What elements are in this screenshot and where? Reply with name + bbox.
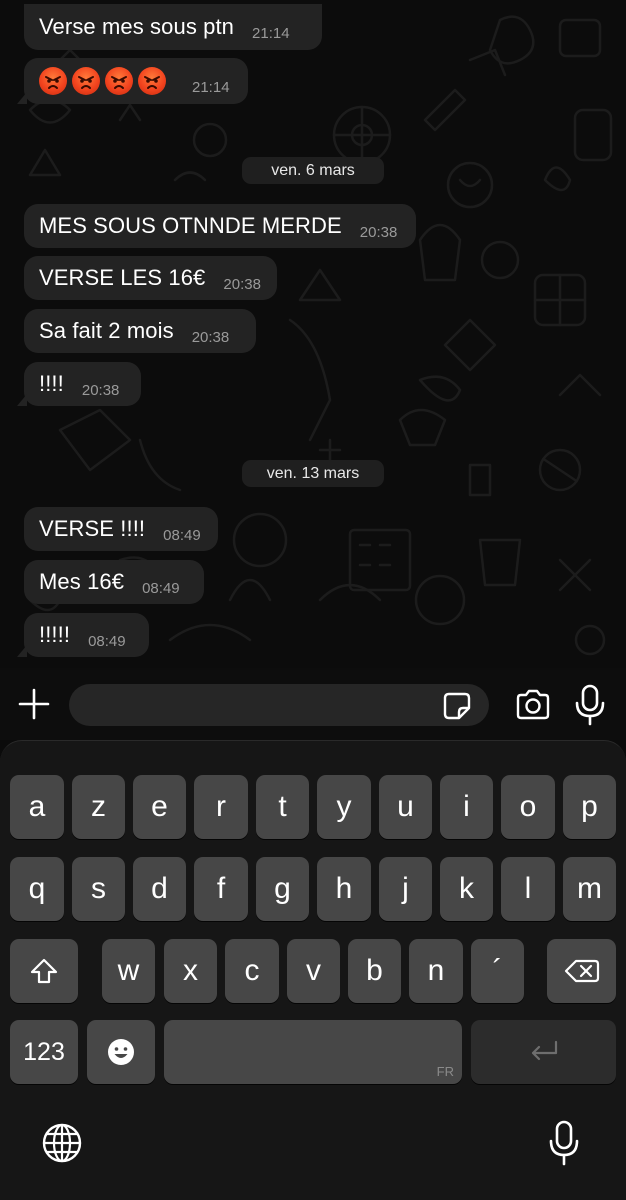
message-time: 08:49	[142, 579, 180, 597]
message-text: Mes 16€	[39, 569, 125, 594]
emoji-key[interactable]	[87, 1020, 155, 1084]
key-e[interactable]: e	[133, 775, 186, 839]
message-text: Sa fait 2 mois	[39, 318, 174, 343]
message-text: !!!!!	[39, 622, 71, 647]
message-time: 20:38	[191, 328, 230, 346]
key-accent[interactable]: ´	[471, 939, 524, 1003]
keyboard-row-2: q s d f g h j k l m	[0, 857, 626, 921]
angry-face-emoji	[105, 67, 133, 95]
key-l[interactable]: l	[501, 857, 555, 921]
message-text: VERSE LES 16€	[39, 265, 206, 290]
message-text: MES SOUS OTNNDE MERDE	[39, 213, 342, 238]
key-j[interactable]: j	[379, 857, 432, 921]
message-bubble[interactable]: Mes 16€ 08:49	[24, 560, 204, 604]
chat-area[interactable]: Verse mes sous ptn 21:14 21:14 ven. 6 ma…	[0, 0, 626, 668]
message-bubble[interactable]: 21:14	[17, 58, 248, 104]
key-h[interactable]: h	[317, 857, 371, 921]
message-time: 21:14	[192, 78, 230, 96]
key-y[interactable]: y	[317, 775, 371, 839]
globe-icon[interactable]	[40, 1121, 84, 1165]
microphone-icon[interactable]	[572, 683, 608, 727]
key-t[interactable]: t	[256, 775, 309, 839]
key-z[interactable]: z	[72, 775, 125, 839]
key-o[interactable]: o	[501, 775, 555, 839]
message-text: Verse mes sous ptn	[39, 14, 235, 39]
keyboard-row-3: w x c v b n ´	[0, 939, 626, 1003]
keyboard-row-1: a z e r t y u i o p	[0, 775, 626, 839]
camera-icon[interactable]	[513, 685, 553, 725]
key-g[interactable]: g	[256, 857, 309, 921]
message-bubble[interactable]: Sa fait 2 mois 20:38	[24, 309, 256, 353]
date-separator: ven. 13 mars	[242, 460, 384, 487]
backspace-key[interactable]	[547, 939, 616, 1003]
key-f[interactable]: f	[194, 857, 248, 921]
key-q[interactable]: q	[10, 857, 64, 921]
angry-face-emoji	[138, 67, 166, 95]
message-input[interactable]	[69, 684, 489, 726]
key-b[interactable]: b	[348, 939, 401, 1003]
key-u[interactable]: u	[379, 775, 432, 839]
plus-icon[interactable]	[14, 684, 54, 724]
key-r[interactable]: r	[194, 775, 248, 839]
message-bubble[interactable]: !!!! 20:38	[17, 362, 141, 406]
key-w[interactable]: w	[102, 939, 155, 1003]
angry-face-emoji	[39, 67, 67, 95]
key-a[interactable]: a	[10, 775, 64, 839]
sticker-icon[interactable]	[441, 690, 473, 722]
key-k[interactable]: k	[440, 857, 493, 921]
key-i[interactable]: i	[440, 775, 493, 839]
message-time: 20:38	[359, 223, 398, 241]
message-text: !!!!	[39, 371, 64, 396]
key-p[interactable]: p	[563, 775, 616, 839]
message-bubble[interactable]: !!!!! 08:49	[17, 613, 149, 657]
backspace-icon	[564, 959, 599, 983]
message-time: 21:14	[252, 24, 290, 42]
shift-key[interactable]	[10, 939, 78, 1003]
key-d[interactable]: d	[133, 857, 186, 921]
message-bubble[interactable]: Verse mes sous ptn 21:14	[24, 4, 322, 50]
angry-face-emoji	[72, 67, 100, 95]
keyboard-row-4: 123 FR	[0, 1020, 626, 1084]
key-c[interactable]: c	[225, 939, 279, 1003]
message-bubble[interactable]: VERSE !!!! 08:49	[24, 507, 218, 551]
keyboard: a z e r t y u i o p q s d f g h j k l m …	[0, 740, 626, 1200]
message-composer	[0, 668, 626, 740]
message-time: 08:49	[163, 526, 201, 544]
key-s[interactable]: s	[72, 857, 125, 921]
message-text: VERSE !!!!	[39, 516, 146, 541]
space-bar[interactable]: FR	[164, 1020, 462, 1084]
key-x[interactable]: x	[164, 939, 217, 1003]
return-icon	[531, 1040, 557, 1061]
return-key[interactable]	[471, 1020, 616, 1084]
dictation-icon[interactable]	[546, 1119, 582, 1167]
message-time: 20:38	[81, 381, 120, 399]
message-bubble[interactable]: VERSE LES 16€ 20:38	[24, 256, 277, 300]
keyboard-language-label: FR	[436, 1064, 454, 1079]
message-bubble[interactable]: MES SOUS OTNNDE MERDE 20:38	[24, 204, 416, 248]
date-separator: ven. 6 mars	[242, 157, 384, 184]
key-v[interactable]: v	[287, 939, 340, 1003]
emoji-row	[39, 67, 166, 95]
emoji-icon	[108, 1039, 134, 1065]
key-n[interactable]: n	[409, 939, 463, 1003]
message-time: 20:38	[223, 275, 261, 293]
shift-icon	[30, 958, 58, 984]
key-m[interactable]: m	[563, 857, 616, 921]
message-time: 08:49	[88, 632, 126, 650]
numbers-key[interactable]: 123	[10, 1020, 78, 1084]
